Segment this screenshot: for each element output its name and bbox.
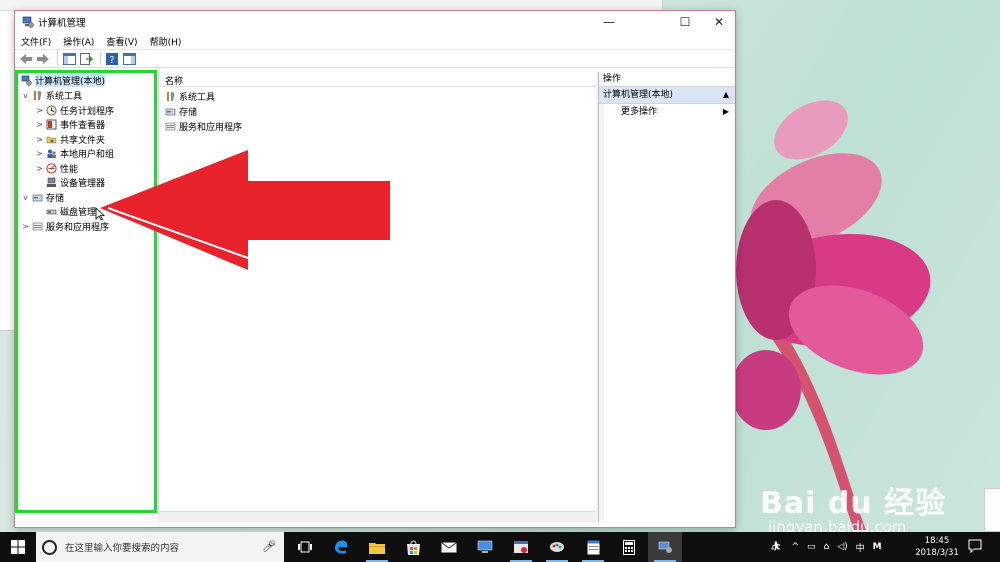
battery-icon[interactable]: ▭ — [807, 542, 816, 552]
clock-date: 2018/3/31 — [915, 548, 959, 558]
paint-icon[interactable] — [540, 532, 574, 562]
menu-action[interactable]: 操作(A) — [57, 35, 100, 48]
network-icon[interactable]: ⌂ — [824, 542, 830, 552]
back-arrow-icon[interactable] — [19, 52, 33, 65]
baidu-watermark: Bai du 经验 jingyan.baidu.com — [760, 478, 947, 536]
ime-language-indicator[interactable]: 中 — [856, 541, 865, 554]
calculator-icon[interactable] — [612, 532, 646, 562]
menu-file[interactable]: 文件(F) — [15, 35, 57, 48]
list-item-label: 存储 — [179, 107, 198, 118]
clock-time: 18:45 — [924, 536, 950, 546]
system-tray: ⛹︎ ^ ▭ ⌂ ◁) 中 M — [770, 532, 882, 562]
cortana-icon — [42, 539, 57, 555]
microphone-icon[interactable]: 🎤︎ — [262, 540, 276, 553]
list-item-label: 服务和应用程序 — [179, 122, 243, 133]
menu-view[interactable]: 查看(V) — [100, 35, 143, 48]
more-actions-item[interactable]: 更多操作 ▶ — [599, 104, 735, 120]
toolbar: ? — [15, 49, 735, 68]
toolbar-separator — [57, 52, 58, 65]
mail-icon[interactable] — [432, 532, 466, 562]
actions-section-label: 计算机管理(本地) — [603, 90, 674, 100]
store-icon[interactable] — [396, 532, 430, 562]
wallpaper-flower — [736, 100, 931, 530]
highlight-box — [15, 70, 157, 513]
column-header-label: 名称 — [165, 77, 184, 87]
start-button[interactable] — [0, 532, 36, 562]
taskbar: 在这里输入你要搜索的内容 🎤︎ ⛹︎ ^ ▭ ⌂ ◁) 中 M 18:45 20… — [0, 532, 1000, 562]
volume-icon[interactable]: ◁) — [837, 542, 847, 552]
search-placeholder: 在这里输入你要搜索的内容 — [65, 543, 180, 554]
horizontal-scrollbar[interactable] — [158, 511, 596, 523]
storage-icon — [165, 108, 176, 115]
tools-icon — [167, 91, 175, 101]
forward-arrow-icon[interactable] — [36, 52, 50, 65]
svg-text:?: ? — [109, 55, 114, 65]
minimize-button[interactable]: — — [593, 11, 625, 33]
mouse-cursor-icon — [95, 207, 105, 221]
watermark-brand: Bai du 经验 — [760, 486, 947, 521]
actions-section[interactable]: 计算机管理(本地) ▲ — [599, 87, 735, 104]
title-bar[interactable]: 计算机管理 — ☐ ✕ — [15, 11, 735, 33]
export-list-icon[interactable] — [79, 52, 93, 65]
console-tree-icon[interactable] — [62, 52, 76, 65]
help-icon[interactable]: ? — [105, 52, 119, 65]
list-item[interactable]: 服务和应用程序 — [163, 119, 242, 133]
list-item[interactable]: 存储 — [163, 104, 197, 118]
collapse-triangle-icon[interactable]: ▲ — [723, 87, 729, 103]
show-action-pane-icon[interactable] — [122, 52, 136, 65]
taskbar-search-box[interactable]: 在这里输入你要搜索的内容 🎤︎ — [36, 532, 284, 562]
actions-pane: 操作 计算机管理(本地) ▲ 更多操作 ▶ — [598, 72, 735, 522]
notepad-icon[interactable] — [576, 532, 610, 562]
red-arrow-annotation — [100, 150, 390, 270]
partial-window-edge — [984, 488, 1000, 532]
actions-header: 操作 — [599, 72, 735, 87]
toolbar-separator — [100, 52, 101, 65]
taskbar-clock[interactable]: 18:45 2018/3/31 — [912, 535, 962, 559]
computer-management-icon — [22, 16, 34, 28]
submenu-arrow-icon: ▶ — [722, 107, 729, 116]
content-list: 名称 系统工具 存储 服务和应用程序 — [158, 72, 598, 511]
services-icon — [165, 122, 176, 130]
chevron-up-icon[interactable]: ^ — [791, 542, 799, 552]
edge-browser-icon[interactable] — [324, 532, 358, 562]
app-window-icon[interactable] — [504, 532, 538, 562]
menu-help[interactable]: 帮助(H) — [144, 35, 188, 48]
menu-bar: 文件(F) 操作(A) 查看(V) 帮助(H) — [15, 33, 735, 49]
remote-desktop-icon[interactable] — [468, 532, 502, 562]
ime-mode-indicator[interactable]: M — [873, 542, 882, 552]
action-center-icon[interactable] — [968, 539, 982, 553]
computer-management-taskbar-icon[interactable] — [648, 532, 682, 562]
window-title: 计算机管理 — [38, 18, 86, 29]
windows-logo-icon — [11, 540, 25, 554]
maximize-button[interactable]: ☐ — [669, 11, 701, 33]
column-header-name[interactable]: 名称 — [159, 72, 597, 87]
file-explorer-icon[interactable] — [360, 532, 394, 562]
more-actions-label: 更多操作 — [621, 107, 658, 117]
people-icon[interactable]: ⛹︎ — [770, 542, 781, 552]
list-item[interactable]: 系统工具 — [163, 89, 215, 103]
task-view-icon[interactable] — [288, 532, 322, 562]
list-item-label: 系统工具 — [179, 92, 216, 103]
close-button[interactable]: ✕ — [703, 11, 735, 33]
